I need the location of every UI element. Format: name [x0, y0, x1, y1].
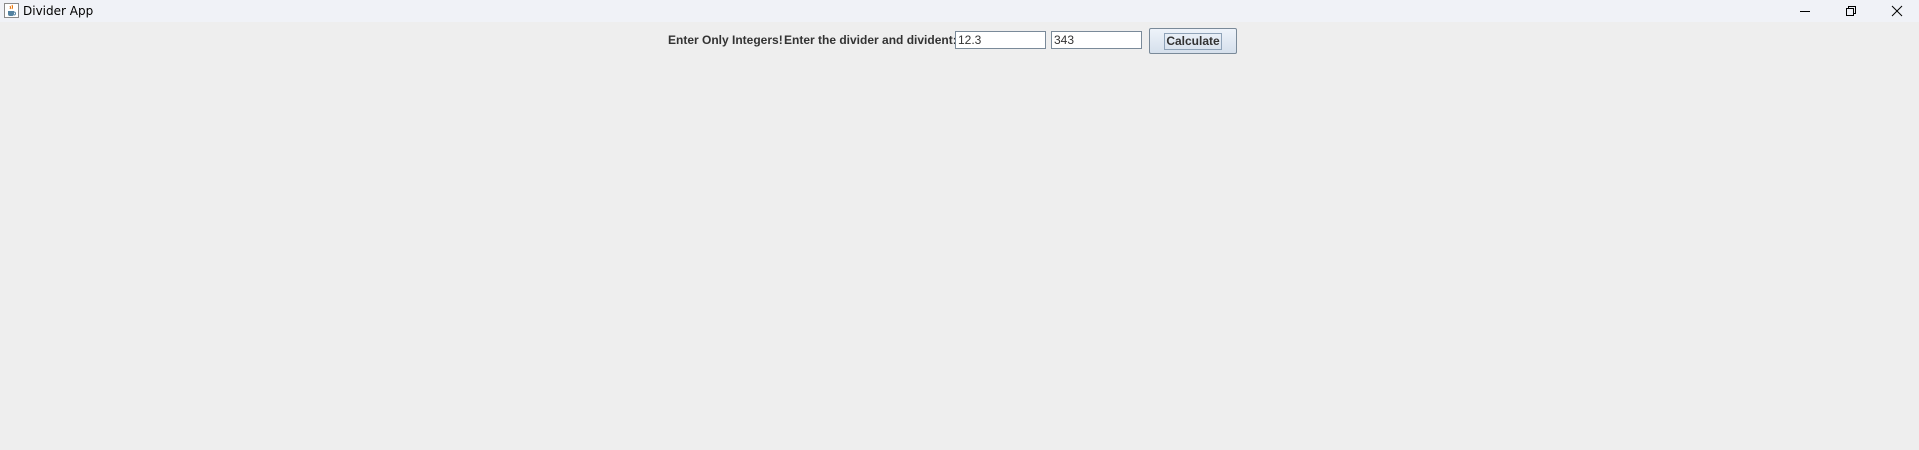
- divident-input[interactable]: [1051, 31, 1142, 49]
- divider-input[interactable]: [955, 31, 1046, 49]
- divider-divident-prompt-label: Enter the divider and divident:: [784, 33, 957, 47]
- integers-warning-label: Enter Only Integers!: [668, 33, 783, 47]
- minimize-button[interactable]: [1782, 0, 1828, 22]
- calculate-button[interactable]: Calculate: [1149, 28, 1237, 54]
- calculate-button-label: Calculate: [1164, 32, 1222, 50]
- close-button[interactable]: [1874, 0, 1919, 22]
- window-title: Divider App: [23, 4, 94, 18]
- content-pane: Enter Only Integers! Enter the divider a…: [0, 22, 1919, 450]
- restore-icon: [1845, 2, 1857, 21]
- app-window: Divider App Enter Only Integers! Enter t…: [0, 0, 1919, 450]
- minimize-icon: [1799, 2, 1811, 21]
- java-cup-icon: [4, 3, 19, 18]
- close-icon: [1891, 2, 1903, 21]
- maximize-button[interactable]: [1828, 0, 1874, 22]
- title-bar[interactable]: Divider App: [0, 0, 1919, 22]
